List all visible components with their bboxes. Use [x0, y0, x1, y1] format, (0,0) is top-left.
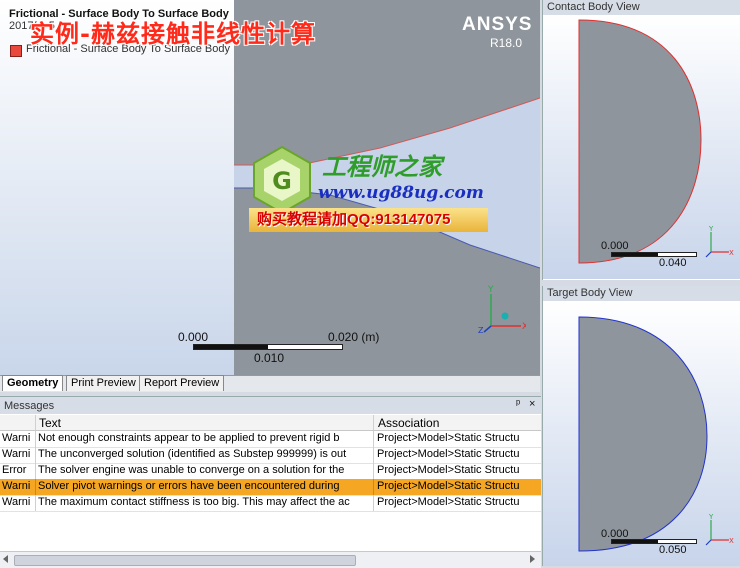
table-row[interactable]: Warni The unconverged solution (identifi…	[0, 447, 541, 464]
column-text[interactable]: Text	[39, 416, 61, 430]
messages-panel: Messages ᵖ × Text Association Warni Not …	[0, 396, 541, 568]
column-association[interactable]: Association	[378, 416, 439, 430]
row-association: Project>Model>Static Structu	[377, 496, 520, 508]
tab-print-preview[interactable]: Print Preview	[66, 375, 141, 391]
table-row[interactable]: Warni Not enough constraints appear to b…	[0, 431, 541, 448]
table-row[interactable]: Warni The maximum contact stiffness is t…	[0, 495, 541, 512]
watermark-contact: 购买教程请加QQ:913147075	[249, 208, 488, 232]
row-text: Not enough constraints appear to be appl…	[38, 432, 340, 444]
close-icon[interactable]: ×	[529, 398, 535, 410]
row-text: Solver pivot warnings or errors have bee…	[38, 480, 340, 492]
ansys-logo: ANSYS	[462, 14, 533, 35]
row-association: Project>Model>Static Structu	[377, 432, 520, 444]
scale-label-mid: 0.010	[254, 351, 285, 365]
row-type: Warni	[2, 480, 31, 492]
target-view-title: Target Body View	[547, 287, 633, 299]
row-association: Project>Model>Static Structu	[377, 464, 520, 476]
legend-swatch	[10, 45, 22, 57]
row-text: The solver engine was unable to converge…	[38, 464, 345, 476]
messages-title: Messages	[4, 400, 55, 412]
target-body-view: Target Body View 0.000 0.050 Y X	[542, 286, 740, 566]
row-type: Warni	[2, 448, 31, 460]
svg-text:X: X	[729, 249, 734, 257]
svg-text:X: X	[729, 537, 734, 545]
contact-view-title: Contact Body View	[547, 1, 640, 13]
svg-text:Y: Y	[708, 225, 714, 233]
row-type: Warni	[2, 496, 31, 508]
table-row[interactable]: Error The solver engine was unable to co…	[0, 463, 541, 480]
tab-geometry[interactable]: Geometry	[2, 375, 64, 391]
scroll-right-icon[interactable]	[530, 555, 535, 563]
contact-view-header: Contact Body View	[543, 0, 740, 15]
watermark-url: www.ug88ug.com	[318, 183, 484, 203]
svg-text:Y: Y	[708, 513, 714, 521]
svg-text:Y: Y	[487, 285, 494, 295]
target-axis-triad-icon: Y X	[705, 513, 734, 546]
contact-scale-left: 0.000	[601, 240, 629, 252]
row-type: Error	[2, 464, 27, 476]
contact-scale-right: 0.040	[659, 257, 687, 269]
contact-axis-triad-icon: Y X	[705, 225, 734, 258]
scale-label-right: 0.020 (m)	[328, 330, 380, 344]
graphics-viewport[interactable]: Frictional - Surface Body To Surface Bod…	[0, 0, 540, 375]
watermark-logo-icon: G	[250, 145, 314, 215]
row-association: Project>Model>Static Structu	[377, 480, 520, 492]
target-scale-right: 0.050	[659, 544, 687, 556]
row-type: Warni	[2, 432, 31, 444]
scrollbar-thumb[interactable]	[14, 555, 356, 566]
watermark-brand: 工程师之家	[322, 152, 442, 181]
row-text: The maximum contact stiffness is too big…	[38, 496, 350, 508]
version-label: R18.0	[490, 36, 523, 50]
target-view-header: Target Body View	[543, 286, 740, 301]
scroll-left-icon[interactable]	[3, 555, 8, 563]
row-text: The unconverged solution (identified as …	[38, 448, 347, 460]
messages-header: Messages ᵖ ×	[0, 397, 541, 414]
scale-label-left: 0.000	[178, 330, 209, 344]
scale-bar	[193, 344, 343, 350]
svg-text:Z: Z	[478, 326, 484, 334]
axis-triad-icon: Y X Z	[478, 285, 526, 334]
tab-report-preview[interactable]: Report Preview	[139, 375, 225, 391]
pin-icon[interactable]: ᵖ	[516, 398, 520, 410]
messages-table: Warni Not enough constraints appear to b…	[0, 431, 541, 513]
row-association: Project>Model>Static Structu	[377, 448, 520, 460]
horizontal-scrollbar[interactable]	[0, 551, 541, 568]
table-row-selected[interactable]: Warni Solver pivot warnings or errors ha…	[0, 479, 541, 496]
overlay-title: 实例-赫兹接触非线性计算	[30, 20, 316, 48]
messages-column-header: Text Association	[0, 415, 541, 431]
svg-text:X: X	[522, 322, 526, 332]
svg-text:G: G	[272, 167, 292, 195]
contact-body-view: Contact Body View 0.000 0.040 Y X	[542, 0, 740, 280]
